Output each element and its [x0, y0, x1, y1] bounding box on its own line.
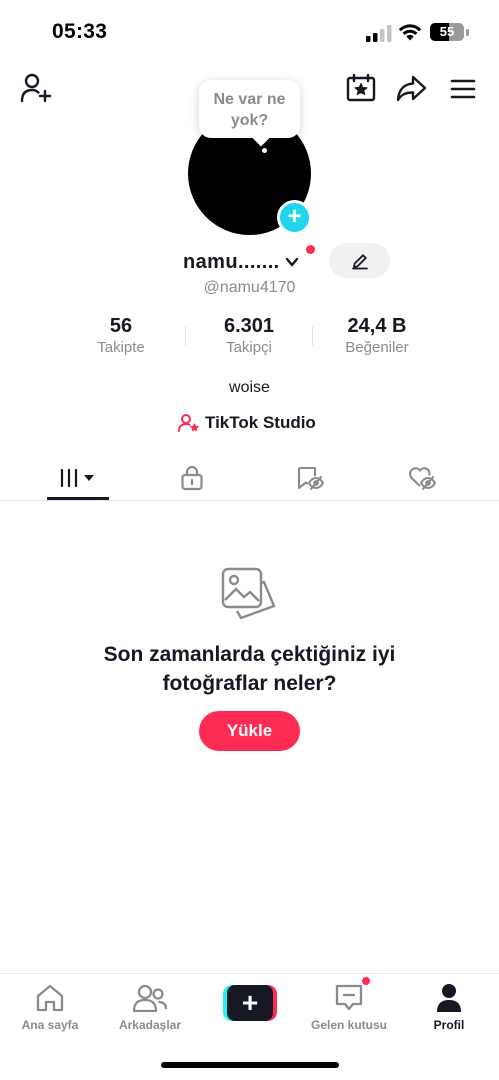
notification-dot	[306, 245, 315, 254]
liked-hidden-icon	[409, 467, 436, 491]
profile-bio: woise	[229, 379, 270, 396]
profile-stats: 56 Takipte 6.301 Takipçi 24,4 B Beğenile…	[58, 314, 438, 360]
status-bar: 05:33 55	[0, 0, 499, 64]
studio-person-star-icon	[178, 414, 200, 432]
stat-divider	[312, 326, 313, 346]
battery-cap	[466, 29, 469, 36]
menu-icon[interactable]	[450, 78, 476, 100]
followers-label: Takipçi	[226, 339, 272, 356]
bookmark-hidden-icon	[297, 466, 324, 491]
following-label: Takipte	[97, 339, 145, 356]
note-bubble-line1: Ne var ne	[213, 91, 286, 108]
followers-count: 6.301	[223, 315, 275, 337]
tab-private[interactable]	[130, 455, 254, 501]
likes-label: Beğeniler	[345, 339, 409, 356]
nav-inbox-label: Gelen kutusu	[310, 1018, 387, 1032]
cellular-signal-icon	[366, 25, 392, 42]
nav-home-label: Ana sayfa	[21, 1018, 79, 1032]
account-switcher[interactable]: namu.......	[183, 248, 299, 276]
inbox-icon	[335, 984, 363, 1011]
nav-friends-label: Arkadaşlar	[118, 1018, 182, 1032]
following-stat[interactable]: 56 Takipte	[58, 314, 184, 356]
note-bubble[interactable]: Ne var ne yok?	[199, 80, 300, 138]
battery-percent: 55	[439, 24, 455, 39]
nav-friends[interactable]: Arkadaşlar	[100, 982, 200, 1032]
calendar-star-icon[interactable]	[346, 74, 376, 102]
avatar-dot	[262, 148, 267, 153]
chevron-down-icon	[285, 257, 298, 267]
username: namu.......	[183, 250, 280, 273]
status-time: 05:33	[52, 20, 108, 43]
add-friend-icon[interactable]	[20, 73, 52, 103]
share-icon[interactable]	[396, 75, 427, 102]
tab-liked[interactable]	[360, 455, 484, 501]
empty-state-title: Son zamanlarda çektiğiniz iyi fotoğrafla…	[0, 640, 499, 698]
user-handle: @namu4170	[203, 279, 296, 296]
upload-button[interactable]: Yükle	[199, 711, 300, 751]
grid-icon	[60, 468, 94, 488]
tab-favorites[interactable]	[248, 455, 372, 501]
likes-stat[interactable]: 24,4 B Beğeniler	[314, 314, 440, 356]
battery-indicator: 55	[430, 23, 464, 41]
wifi-icon	[398, 24, 422, 41]
lock-icon	[181, 465, 203, 491]
following-count: 56	[109, 315, 133, 337]
tiktok-studio-link[interactable]: TikTok Studio	[178, 412, 316, 434]
friends-icon	[133, 984, 167, 1012]
empty-state-line2: fotoğraflar neler?	[162, 672, 337, 695]
nav-profile-label: Profil	[433, 1018, 465, 1032]
likes-count: 24,4 B	[347, 315, 407, 337]
inbox-notification-dot	[361, 976, 371, 986]
profile-icon	[437, 984, 461, 1012]
nav-profile[interactable]: Profil	[399, 982, 499, 1032]
tab-videos[interactable]	[16, 455, 140, 501]
content-tabs	[0, 455, 499, 501]
home-icon	[36, 984, 64, 1012]
plus-icon: +	[227, 985, 273, 1021]
home-indicator	[161, 1062, 339, 1068]
edit-profile-button[interactable]	[329, 243, 390, 278]
pencil-icon	[351, 253, 368, 269]
photos-icon	[221, 567, 276, 620]
nav-home[interactable]: Ana sayfa	[0, 982, 100, 1032]
followers-stat[interactable]: 6.301 Takipçi	[186, 314, 312, 356]
create-button[interactable]: +	[223, 985, 277, 1021]
empty-state-line1: Son zamanlarda çektiğiniz iyi	[103, 643, 396, 666]
note-bubble-line2: yok?	[230, 112, 269, 129]
nav-inbox[interactable]: Gelen kutusu	[299, 982, 399, 1032]
add-avatar-button[interactable]: +	[277, 200, 312, 235]
active-tab-indicator	[47, 497, 109, 500]
tiktok-studio-label: TikTok Studio	[205, 413, 316, 432]
